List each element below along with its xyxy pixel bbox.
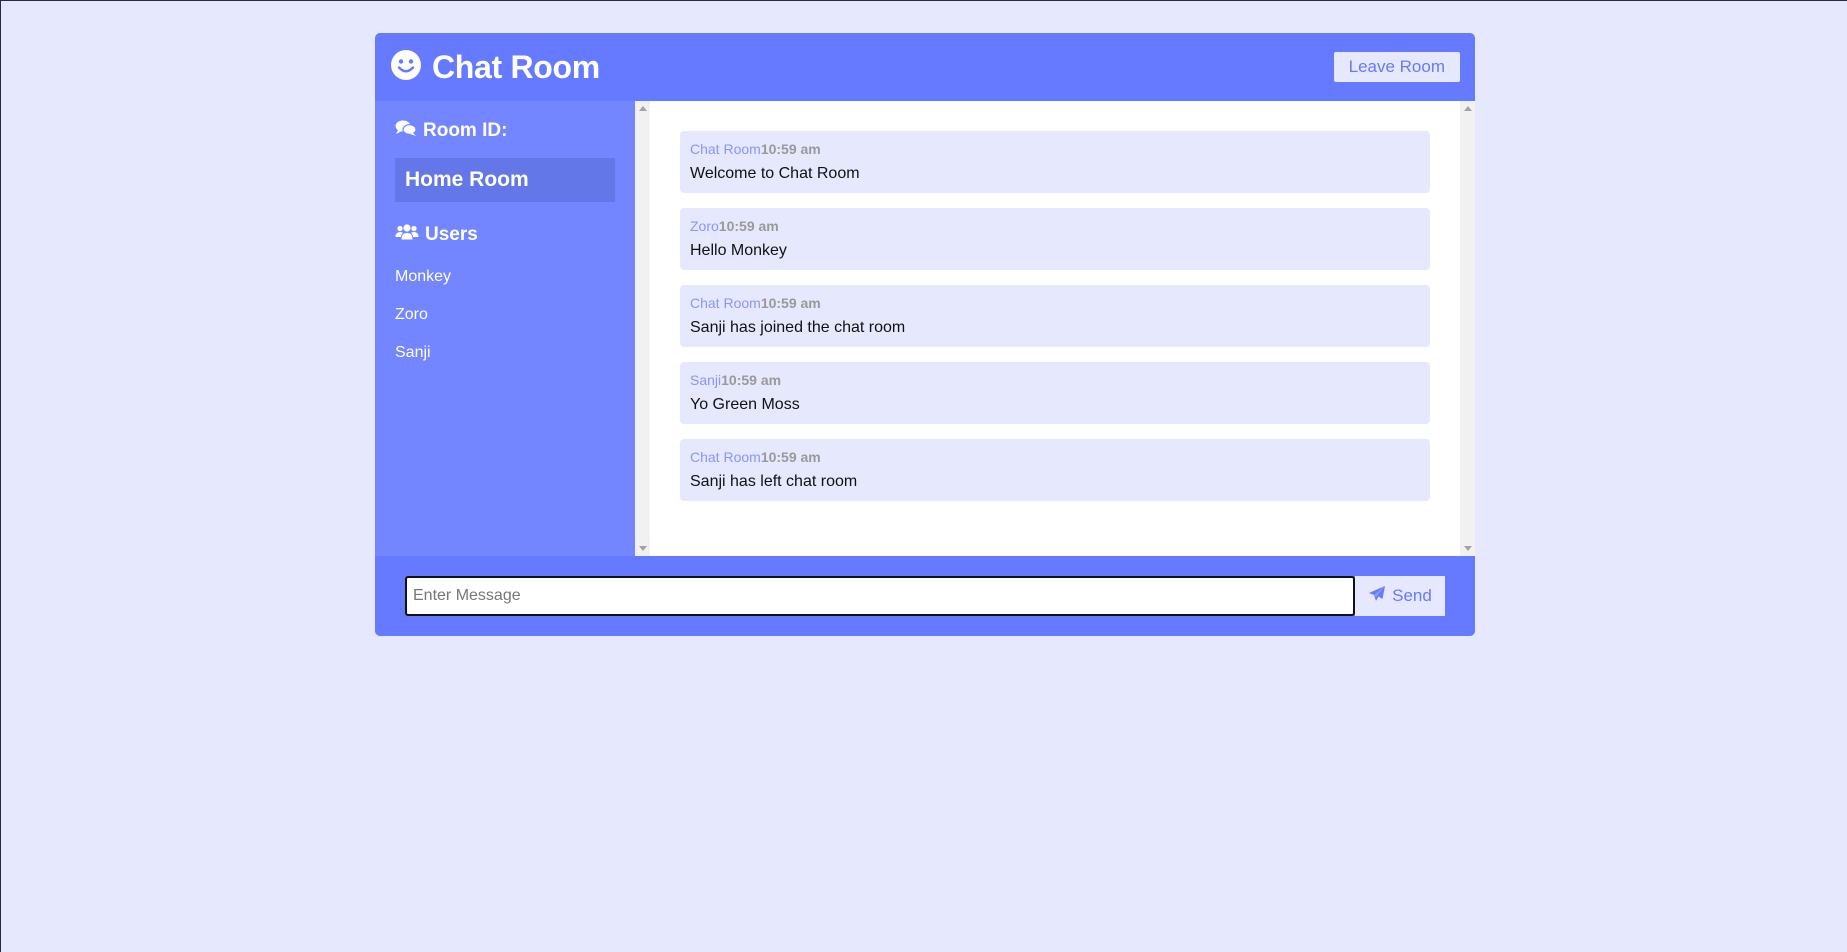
comments-icon (395, 119, 417, 143)
message-author: Chat Room (690, 141, 761, 157)
scroll-down-arrow-icon[interactable] (1464, 546, 1472, 551)
message-composer: Send (375, 556, 1475, 636)
message-item: Chat Room10:59 am Welcome to Chat Room (680, 131, 1430, 193)
message-meta: Chat Room10:59 am (690, 141, 1420, 157)
scrollbar-right[interactable] (1460, 101, 1475, 556)
scroll-up-arrow-icon[interactable] (1464, 106, 1472, 111)
scrollbar-left[interactable] (635, 101, 650, 556)
user-list: Monkey Zoro Sanji (395, 268, 615, 362)
users-heading: Users (395, 224, 615, 246)
chat-header: Chat Room Leave Room (375, 33, 1475, 101)
message-text: Welcome to Chat Room (690, 165, 860, 182)
smile-icon (390, 49, 422, 86)
scroll-down-arrow-icon[interactable] (639, 546, 647, 551)
message-time: 10:59 am (718, 218, 779, 234)
message-text: Hello Monkey (690, 242, 787, 259)
room-id-heading: Room ID: (395, 119, 615, 143)
chat-container: Chat Room Leave Room Room ID: Home Room (375, 33, 1475, 636)
message-time: 10:59 am (760, 449, 821, 465)
users-label: Users (425, 224, 478, 245)
message-text: Yo Green Moss (690, 396, 800, 413)
user-item: Sanji (395, 344, 431, 361)
chat-main: Room ID: Home Room Users Monkey Zoro San… (375, 101, 1475, 556)
scroll-up-arrow-icon[interactable] (639, 106, 647, 111)
message-author: Chat Room (690, 295, 761, 311)
message-meta: Chat Room10:59 am (690, 449, 1420, 465)
send-label: Send (1392, 586, 1432, 605)
message-item: Chat Room10:59 am Sanji has joined the c… (680, 285, 1430, 347)
users-icon (395, 224, 419, 246)
message-meta: Chat Room10:59 am (690, 295, 1420, 311)
paper-plane-icon (1368, 585, 1386, 608)
page-title: Chat Room (432, 48, 600, 85)
message-item: Chat Room10:59 am Sanji has left chat ro… (680, 439, 1430, 501)
user-item: Monkey (395, 268, 452, 285)
leave-room-button[interactable]: Leave Room (1333, 52, 1460, 82)
room-name: Home Room (395, 158, 615, 202)
message-list: Chat Room10:59 am Welcome to Chat Room Z… (650, 101, 1460, 556)
brand: Chat Room (390, 49, 600, 86)
message-item: Sanji10:59 am Yo Green Moss (680, 362, 1430, 424)
message-text: Sanji has left chat room (690, 473, 858, 490)
message-meta: Sanji10:59 am (690, 372, 1420, 388)
message-time: 10:59 am (760, 295, 821, 311)
messages-panel: Chat Room10:59 am Welcome to Chat Room Z… (635, 101, 1475, 556)
message-author: Chat Room (690, 449, 761, 465)
message-time: 10:59 am (721, 372, 782, 388)
user-item: Zoro (395, 306, 428, 323)
sidebar: Room ID: Home Room Users Monkey Zoro San… (375, 101, 635, 556)
message-author: Zoro (690, 218, 719, 234)
message-text: Sanji has joined the chat room (690, 319, 906, 336)
message-input[interactable] (405, 576, 1355, 616)
message-time: 10:59 am (760, 141, 821, 157)
room-id-label: Room ID: (423, 120, 508, 141)
message-author: Sanji (690, 372, 722, 388)
message-item: Zoro10:59 am Hello Monkey (680, 208, 1430, 270)
send-button[interactable]: Send (1355, 576, 1445, 616)
message-meta: Zoro10:59 am (690, 218, 1420, 234)
